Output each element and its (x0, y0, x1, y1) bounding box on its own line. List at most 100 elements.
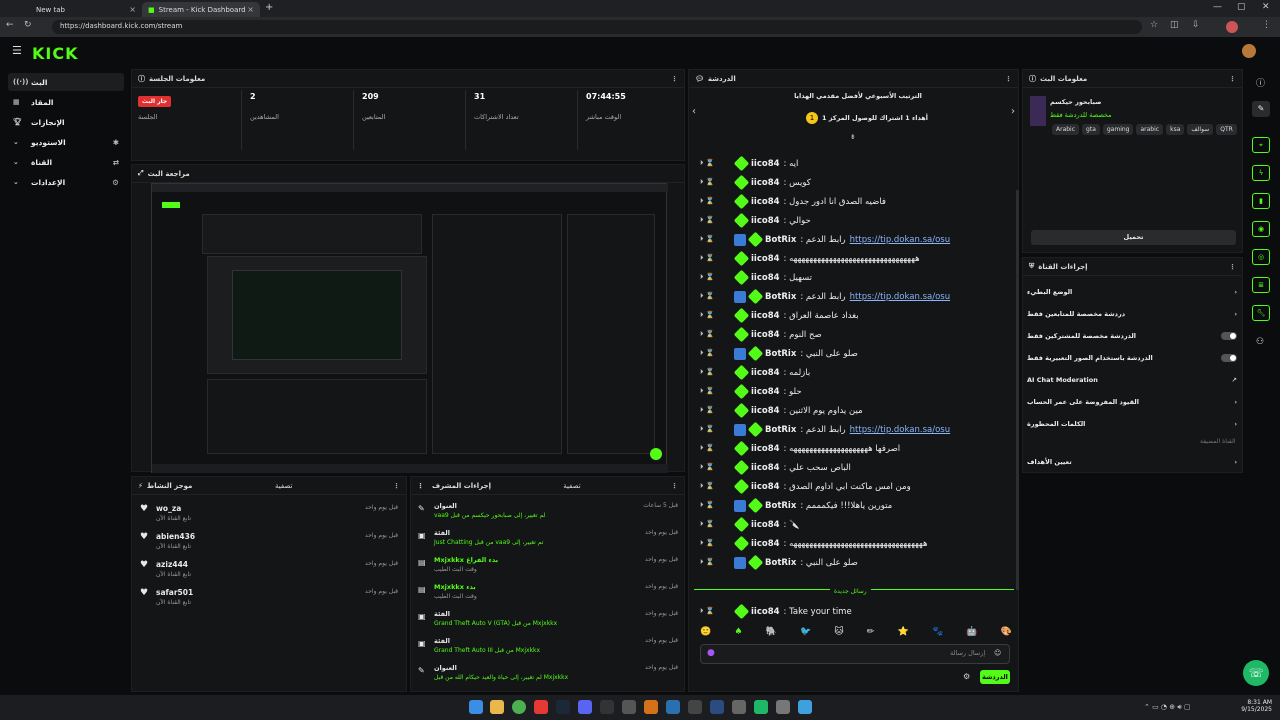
sidebar-item-channel[interactable]: ⌄ القناة ⇄ (8, 153, 124, 171)
settings-app-icon[interactable] (776, 700, 790, 714)
setting-slow-mode[interactable]: الوضع البطيء › (1027, 282, 1237, 302)
chat-message[interactable]: ⏵⌛ iico84: ايه (700, 154, 1016, 173)
menu-icon[interactable]: ⋮ (1262, 20, 1271, 30)
chat-message[interactable]: ⏵⌛ BotRix: متورين ياهلا!!! فيكمممم (700, 496, 1016, 515)
smile-icon[interactable]: ☺ (994, 649, 1001, 657)
wrench-icon[interactable]: 🔧︎ (1252, 305, 1270, 321)
kick-logo[interactable]: KICK (32, 44, 79, 63)
sidebar-item-achievements[interactable]: 🏆︎ الإنجازات (8, 113, 124, 131)
mod-tools-icon[interactable]: ⏵⌛ (700, 216, 734, 225)
extensions-icon[interactable]: ◫ (1170, 20, 1179, 30)
send-chat-button[interactable]: الدردشة (980, 670, 1010, 684)
chat-username[interactable]: iico84 (751, 197, 780, 207)
sidebar-item-settings[interactable]: ⌄ الإعدادات ⚙ (8, 173, 124, 191)
chevron-right-icon[interactable]: › (1011, 106, 1015, 117)
setting-account-age[interactable]: القيود المفروضة على عمر الحساب › (1027, 392, 1237, 412)
app-icon[interactable] (644, 700, 658, 714)
app-icon[interactable] (754, 700, 768, 714)
chat-username[interactable]: iico84 (751, 607, 780, 617)
app-icon[interactable] (622, 700, 636, 714)
discord-icon[interactable] (578, 700, 592, 714)
chat-message[interactable]: ⏵⌛ BotRix: صلو على النبي (700, 553, 1016, 572)
emote-icon[interactable]: 🐦 (800, 627, 811, 639)
close-icon[interactable]: × (129, 5, 136, 14)
chat-text[interactable]: https://tip.dokan.sa/osu (850, 425, 950, 435)
chat-message[interactable]: ⏵⌛ iico84: تسهيل (700, 268, 1016, 287)
windows-start-icon[interactable] (469, 700, 483, 714)
chat-message[interactable]: ⏵⌛ iico84: ومن امس ماكنت ابي اداوم الصدق (700, 477, 1016, 496)
chat-username[interactable]: iico84 (751, 311, 780, 321)
tag[interactable]: arabic (1136, 124, 1164, 135)
app-icon[interactable] (666, 700, 680, 714)
chat-message[interactable]: ⏵⌛ iico84: بغداد عاصمة العراق (700, 306, 1016, 325)
mod-tools-icon[interactable]: ⏵⌛ (700, 159, 734, 168)
browser-tab-newtab[interactable]: New tab × (30, 2, 142, 17)
minimize-icon[interactable]: — (1213, 2, 1222, 12)
sidebar-item-content[interactable]: ▦ المقاد (8, 93, 124, 111)
mod-tools-icon[interactable]: ⏵⌛ (700, 254, 734, 263)
support-chat-icon[interactable]: ☏ (1243, 660, 1269, 686)
emote-icon[interactable]: 🐘 (766, 627, 777, 639)
chat-message[interactable]: ⏵⌛ iico84: هههههههههههههههههههههههههههههه… (700, 249, 1016, 268)
chat-message[interactable]: ⏵⌛ iico84: الباص سحب علي (700, 458, 1016, 477)
mod-tools-icon[interactable]: ⏵⌛ (700, 482, 734, 491)
youtube-icon[interactable] (534, 700, 548, 714)
chat-username[interactable]: BotRix (765, 501, 796, 511)
filter-button[interactable]: تصفية (563, 482, 580, 490)
users-icon[interactable]: ⚇ (1256, 337, 1264, 347)
chat-message[interactable]: ⏵⌛ iico84: حلو (700, 382, 1016, 401)
chat-settings-icon[interactable]: ⚙ (963, 672, 970, 681)
more-icon[interactable]: ⋮ (671, 75, 678, 83)
chat-message[interactable]: ⏵⌛ iico84: حوالي (700, 211, 1016, 230)
chat-text[interactable]: https://tip.dokan.sa/osu (850, 235, 950, 245)
mod-tools-icon[interactable]: ⏵⌛ (700, 197, 734, 206)
chevron-left-icon[interactable]: ‹ (692, 106, 696, 117)
reload-icon[interactable]: ↻ (24, 20, 32, 30)
chat-username[interactable]: iico84 (751, 216, 780, 226)
chat-username[interactable]: BotRix (765, 425, 796, 435)
edit-icon[interactable]: ✎ (1252, 101, 1270, 117)
mod-tools-icon[interactable]: ⏵⌛ (700, 178, 734, 187)
browser-tab-kick[interactable]: ■ Stream - Kick Dashboard × (142, 2, 260, 17)
mod-tools-icon[interactable]: ⏵⌛ (700, 558, 734, 567)
chat-message[interactable]: ⏵⌛ iico84: Take your time (700, 602, 1016, 621)
chat-username[interactable]: iico84 (751, 463, 780, 473)
hamburger-icon[interactable]: ☰ (12, 44, 22, 57)
chat-username[interactable]: iico84 (751, 368, 780, 378)
chat-username[interactable]: iico84 (751, 444, 780, 454)
chat-username[interactable]: iico84 (751, 159, 780, 169)
chat-username[interactable]: iico84 (751, 273, 780, 283)
more-icon[interactable]: ⋮ (393, 482, 400, 490)
setting-ai-moderation[interactable]: AI Chat Moderation ↗ (1027, 370, 1237, 390)
chat-username[interactable]: iico84 (751, 254, 780, 264)
chat-message[interactable]: ⏵⌛ BotRix: رابط الدعم https://tip.dokan.sa… (700, 230, 1016, 249)
emote-icon[interactable]: 🐱 (834, 627, 843, 639)
tray-icons[interactable]: ⌃ ▭ ◔ ⊕ 🔊︎ ▢ (1144, 703, 1191, 712)
url-field[interactable]: https://dashboard.kick.com/stream (52, 20, 1142, 34)
mod-tools-icon[interactable]: ⏵⌛ (700, 520, 734, 529)
chat-message[interactable]: ⏵⌛ iico84: صح النوم (700, 325, 1016, 344)
setting-goals[interactable]: تعيين الأهداف › (1027, 452, 1237, 472)
subscribers-only-toggle[interactable] (1221, 332, 1237, 340)
app-icon[interactable] (798, 700, 812, 714)
more-icon[interactable]: ⋮ (671, 482, 678, 490)
tag[interactable]: Arabic (1052, 124, 1080, 135)
sidebar-item-stream[interactable]: ((·)) البث (8, 73, 124, 91)
chat-message[interactable]: ⏵⌛ iico84: هههههههههههههههههههههههههههههه… (700, 534, 1016, 553)
sidebar-item-studio[interactable]: ⌄ الاستوديو ✱ (8, 133, 124, 151)
tag[interactable]: gta (1082, 124, 1100, 135)
chat-message[interactable]: ⏵⌛ iico84: مين يداوم يوم الاثنين (700, 401, 1016, 420)
more-icon[interactable]: ⋮ (417, 482, 424, 490)
emote-icon[interactable]: ✏ (867, 627, 875, 639)
close-icon[interactable]: × (247, 5, 254, 14)
chat-scrollbar[interactable] (1016, 190, 1019, 590)
emote-icon[interactable]: 🎨 (1001, 627, 1012, 639)
chat-message[interactable]: ⏵⌛ BotRix: رابط الدعم https://tip.dokan.sa… (700, 287, 1016, 306)
clock[interactable]: 8:31 AM 9/15/2025 (1232, 699, 1272, 713)
chrome-icon[interactable] (512, 700, 526, 714)
mod-tools-icon[interactable]: ⏵⌛ (700, 273, 734, 282)
mod-tools-icon[interactable]: ⏵⌛ (700, 607, 734, 616)
mod-tools-icon[interactable]: ⏵⌛ (700, 235, 734, 244)
mod-tools-icon[interactable]: ⏵⌛ (700, 444, 734, 453)
emote-icon[interactable]: 🤖 (966, 627, 977, 639)
